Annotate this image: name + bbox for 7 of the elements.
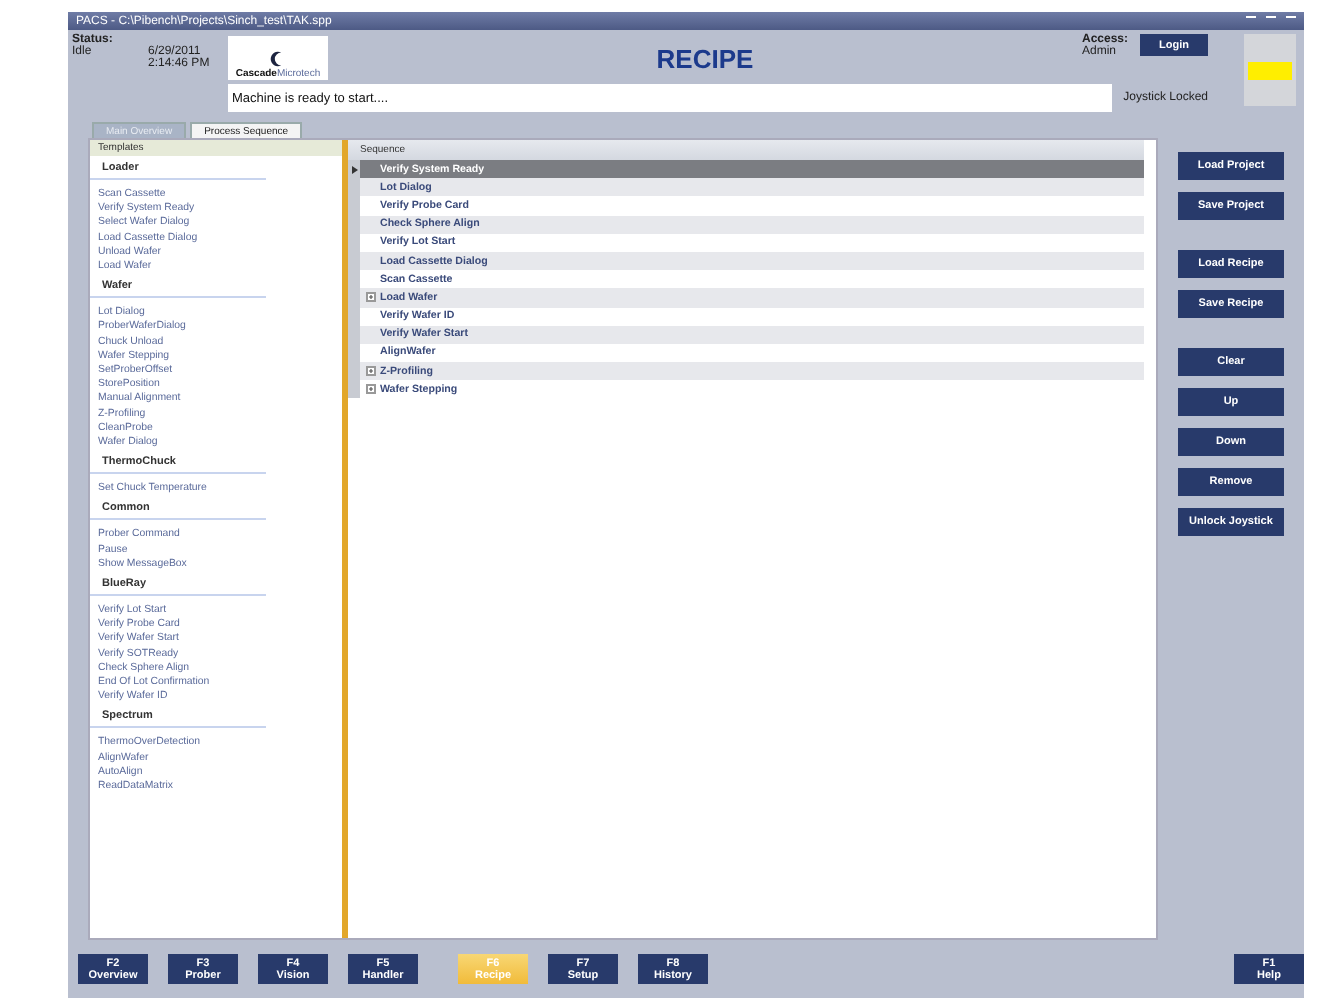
crescent-icon [270, 50, 286, 68]
expand-icon[interactable] [366, 384, 376, 395]
expand-icon[interactable] [366, 292, 376, 303]
expand-icon[interactable] [366, 366, 376, 377]
screen-title: RECIPE [654, 43, 756, 73]
row-pointer-icon [351, 165, 357, 174]
row-header[interactable] [348, 160, 360, 179]
